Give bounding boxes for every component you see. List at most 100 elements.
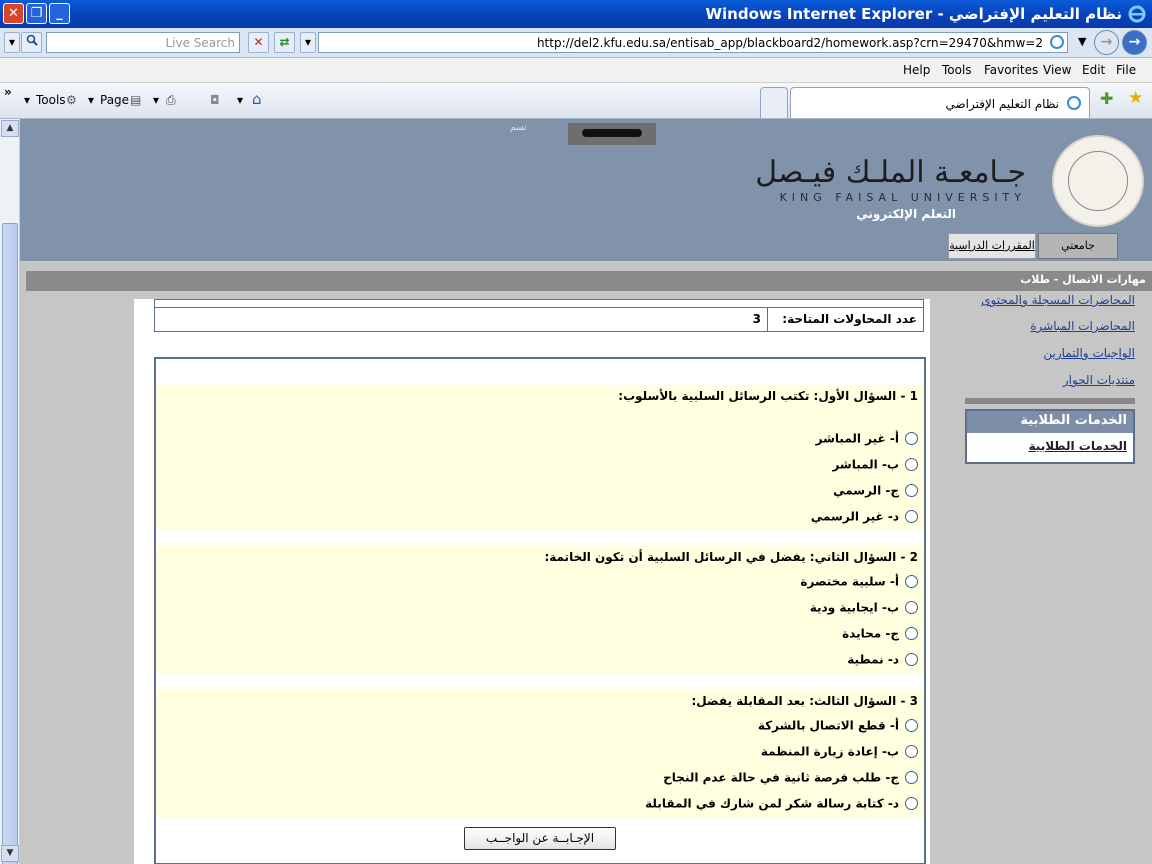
menu-view[interactable]: View [1043,63,1071,77]
homework-info-table: عدد المحاولات المتاحة: 3 [154,299,924,332]
tab-active[interactable]: نظام التعليم الإفتراضي [790,87,1090,118]
radio-button[interactable] [905,432,918,445]
sidebar-link-live-lectures[interactable]: المحاضرات المباشرة [1030,319,1135,333]
option-3c[interactable]: ج- طلب فرصة ثانية في حالة عدم النجاح [663,770,918,788]
window-titlebar: ✕ ❐ _ نظام التعليم الإفتراضي - Windows I… [0,0,1152,28]
radio-button[interactable] [905,601,918,614]
option-label: أ- قطع الاتصال بالشركة [757,718,899,733]
print-icon[interactable]: ⎙ [166,93,176,108]
quiz-form: 1 - السؤال الأول: تكتب الرسائل السلبية ب… [154,357,926,864]
university-name-english: KING FAISAL UNIVERSITY [779,191,1026,204]
home-icon[interactable]: ⌂ [252,90,262,108]
submit-homework-button[interactable]: الإجـابــة عن الواجــب [464,827,616,850]
radio-button[interactable] [905,575,918,588]
option-3a[interactable]: أ- قطع الاتصال بالشركة [758,718,918,736]
user-name-redacted [568,123,656,145]
question-text: 3 - السؤال الثالث: بعد المقابلة يفضل: [691,694,919,708]
add-favorite-icon[interactable]: ✚ [1100,89,1113,108]
tab-ie-icon [1067,96,1081,110]
restore-window-button[interactable]: ❐ [26,3,47,24]
menu-tools[interactable]: Tools [942,63,972,77]
option-2c[interactable]: ج- محايدة [842,626,918,644]
sidebar-link-recorded-lectures[interactable]: المحاضرات المسجلة والمحتوى [981,293,1135,307]
option-label: ب- المباشر [832,457,899,472]
question-2: 2 - السؤال الثاني: يفضل في الرسائل السلب… [156,546,924,674]
feeds-icon[interactable]: ◘ [210,93,220,107]
vertical-scrollbar[interactable]: ▲ ▼ [0,119,20,864]
course-breadcrumb: مهارات الاتصال - طلاب [26,271,1152,291]
option-1b[interactable]: ب- المباشر [832,457,918,475]
tab-title: نظام التعليم الإفتراضي [945,97,1059,111]
menu-favorites[interactable]: Favorites [984,63,1038,77]
tab-my-university[interactable]: جامعتي [1038,233,1118,259]
page-icon: ▤ [130,93,142,107]
search-provider-dropdown[interactable]: ▾ [4,32,20,53]
university-name-arabic: جـامعـة الملـك فيـصل [755,155,1026,190]
attempts-value: 3 [752,312,761,326]
sidebar-link-forums[interactable]: منتديات الحوار [1063,373,1135,387]
question-text: 2 - السؤال الثاني: يفضل في الرسائل السلب… [544,550,918,564]
menu-help[interactable]: Help [903,63,930,77]
option-3b[interactable]: ب- إعادة زيارة المنظمة [761,744,918,762]
refresh-icon[interactable]: ⇄ [274,32,295,53]
page-command[interactable]: Page [100,93,129,107]
option-1a[interactable]: أ- غير المباشر [816,431,918,449]
menu-file[interactable]: File [1116,63,1136,77]
radio-button[interactable] [905,484,918,497]
search-icon[interactable] [21,32,42,53]
command-bar: » ▾ Tools ⚙ ▾ Page ▤ ▾ ⎙ ◘ ▾ ⌂ نظام التع… [0,83,1152,119]
tools-dropdown-arrow[interactable]: ▾ [24,93,30,107]
option-2b[interactable]: ب- ايجابية ودية [810,600,918,618]
radio-button[interactable] [905,745,918,758]
stop-icon[interactable]: ✕ [248,32,269,53]
close-window-button[interactable]: ✕ [3,3,24,24]
option-3d[interactable]: د- كتابة رسالة شكر لمن شارك في المقابلة [645,796,918,814]
home-dropdown-arrow[interactable]: ▾ [237,93,243,107]
favorites-star-icon[interactable]: ★ [1128,88,1143,108]
student-services-link[interactable]: الخدمات الطلابية [1029,439,1127,453]
back-icon[interactable]: → [1122,30,1147,55]
option-label: د- كتابة رسالة شكر لمن شارك في المقابلة [645,796,899,811]
option-2a[interactable]: أ- سلبية مختصرة [800,574,918,592]
new-tab-button[interactable] [760,87,788,118]
option-label: ب- ايجابية ودية [809,600,899,615]
tools-command[interactable]: Tools [36,93,66,107]
forward-icon[interactable]: → [1094,30,1119,55]
radio-button[interactable] [905,771,918,784]
university-seal-logo [1052,135,1144,227]
more-commands-chevron[interactable]: » [4,85,12,99]
option-label: د- نمطية [847,652,899,667]
print-dropdown-arrow[interactable]: ▾ [153,93,159,107]
sidebar-link-homework[interactable]: الواجبات والتمارين [1043,346,1135,360]
radio-button[interactable] [905,458,918,471]
page-dropdown-arrow[interactable]: ▾ [88,93,94,107]
option-label: د- غير الرسمي [810,509,899,524]
attempts-row: عدد المحاولات المتاحة: 3 [155,307,923,332]
live-search-input[interactable]: Live Search [46,32,240,53]
radio-button[interactable] [905,797,918,810]
radio-button[interactable] [905,653,918,666]
user-label: تسم [510,123,527,133]
elearning-label: التعلم الإلكتروني [856,207,956,221]
scroll-thumb[interactable] [2,223,18,864]
option-1d[interactable]: د- غير الرسمي [811,509,918,527]
question-3: 3 - السؤال الثالث: بعد المقابلة يفضل: أ-… [156,690,924,818]
radio-button[interactable] [905,627,918,640]
menu-edit[interactable]: Edit [1082,63,1105,77]
option-2d[interactable]: د- نمطية [847,652,918,670]
option-label: أ- سلبية مختصرة [800,574,899,589]
address-toolbar: ▾ Live Search ✕ ⇄ ▾ http://del2.kfu.edu.… [0,28,1152,58]
scroll-up-arrow[interactable]: ▲ [1,120,19,137]
radio-button[interactable] [905,719,918,732]
option-1c[interactable]: ج- الرسمي [833,483,918,501]
address-dropdown[interactable]: ▾ [300,32,316,53]
url-input[interactable]: http://del2.kfu.edu.sa/entisab_app/black… [318,32,1068,53]
tab-courses[interactable]: المقررات الدراسية [948,233,1036,259]
history-dropdown[interactable]: ▼ [1078,35,1086,48]
sidebar-divider [965,398,1135,404]
radio-button[interactable] [905,510,918,523]
scroll-down-arrow[interactable]: ▼ [1,845,19,862]
minimize-window-button[interactable]: _ [49,3,70,24]
window-title: نظام التعليم الإفتراضي - Windows Interne… [705,5,1122,23]
option-label: ج- طلب فرصة ثانية في حالة عدم النجاح [663,770,899,785]
